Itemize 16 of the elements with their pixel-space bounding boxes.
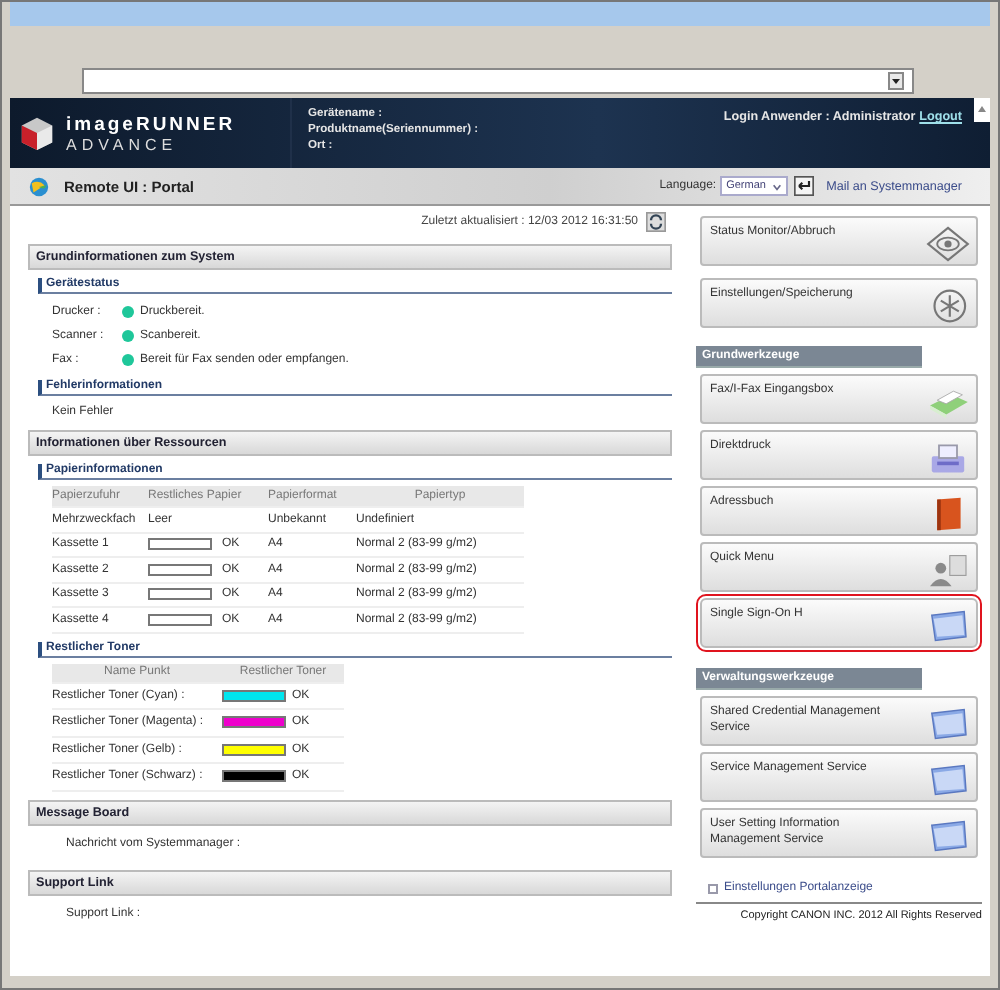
logo-text: imageRUNNER [66,113,236,135]
return-arrow-icon[interactable] [794,176,815,196]
eye-icon [926,225,970,261]
address-field[interactable] [82,68,914,94]
window-icon [926,705,970,741]
logo-subtext: ADVANCE [66,135,180,153]
printer-icon [926,439,970,475]
person-icon [926,551,970,587]
window-icon [926,817,970,853]
cube-logo-icon [18,114,56,152]
window-icon [926,761,970,797]
refresh-icon[interactable] [646,212,666,232]
window-icon [926,607,970,643]
globe-icon [28,175,50,197]
chevron-down-icon [772,181,783,191]
expand-icon [708,883,718,893]
